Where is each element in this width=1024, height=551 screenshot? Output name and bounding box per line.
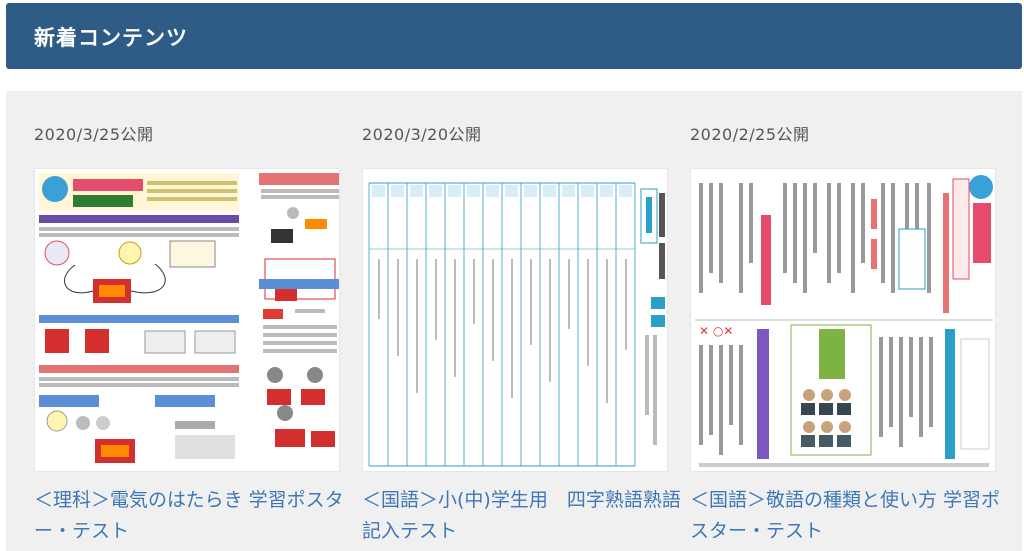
- content-panel: 2020/3/25公開 ＜理科＞電気のはたらき 学習ポスター・テスト 2020/…: [6, 91, 1022, 551]
- section-header: 新着コンテンツ: [6, 3, 1022, 69]
- content-title-link[interactable]: ＜国語＞小(中)学生用 四字熟語熟語記入テスト: [362, 485, 682, 547]
- publish-date: 2020/2/25公開: [690, 125, 810, 144]
- section-title: 新着コンテンツ: [34, 26, 188, 50]
- thumbnail-science-poster[interactable]: [34, 168, 340, 472]
- publish-date: 2020/3/25公開: [34, 125, 154, 144]
- svg-text:✕ ○✕: ✕ ○✕: [699, 324, 733, 338]
- content-title-link[interactable]: ＜理科＞電気のはたらき 学習ポスター・テスト: [34, 485, 354, 547]
- publish-date: 2020/3/20公開: [362, 125, 482, 144]
- content-title-link[interactable]: ＜国語＞敬語の種類と使い方 学習ポスター・テスト: [690, 485, 1010, 547]
- thumbnail-yojijukugo-test[interactable]: [362, 168, 668, 472]
- thumbnail-keigo-poster[interactable]: ✕ ○✕: [690, 168, 996, 472]
